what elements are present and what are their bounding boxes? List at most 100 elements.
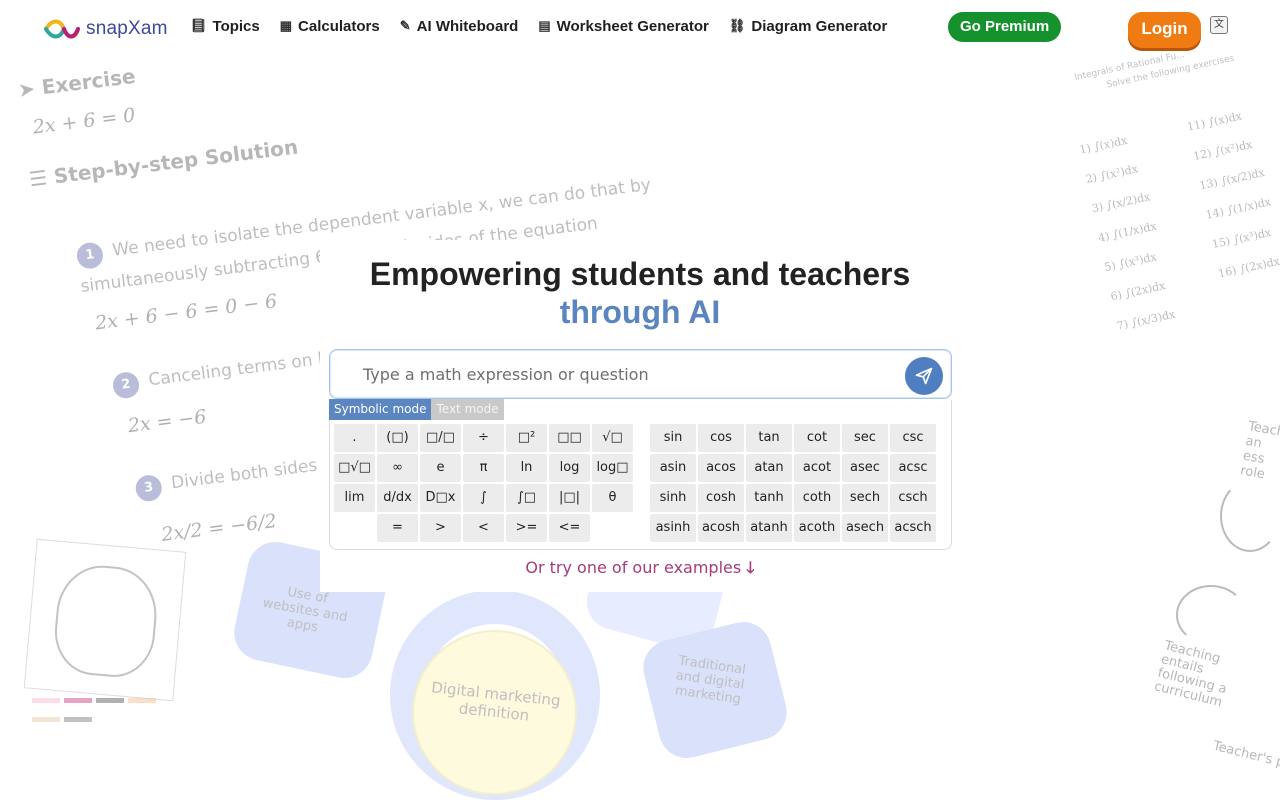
bg-step2-eq: 2x = −6 (126, 405, 208, 438)
bg-exercise-title: ➤ Exercise (16, 63, 137, 103)
math-keypad-trig: sin cos tan cot sec csc asin acos atan acot asec ac… (649, 423, 937, 543)
trig-key[interactable]: asech (842, 514, 888, 542)
math-keypad-symbols: . (□) □/□ ÷ □² □□ √□ □√□ ∞ e π ln log log□ lim d/dx D□x ∫… (333, 423, 634, 543)
bg-right-label: Traditional and digital marketing (674, 653, 747, 708)
trig-key[interactable]: coth (794, 484, 840, 512)
trig-key[interactable]: acosh (698, 514, 744, 542)
trig-key[interactable]: asec (842, 454, 888, 482)
symbol-key[interactable]: = (377, 514, 418, 542)
nav-worksheet-generator-label: Worksheet Generator (556, 17, 709, 35)
trig-key[interactable]: cosh (698, 484, 744, 512)
nav-calculators-label: Calculators (298, 17, 380, 35)
symbol-key[interactable]: θ (592, 484, 633, 512)
brand-logo[interactable]: snapXam (44, 17, 168, 41)
nav-ai-whiteboard-label: AI Whiteboard (416, 17, 519, 35)
nav-calculators[interactable]: ▦ Calculators (280, 15, 380, 37)
symbol-key[interactable]: log (549, 454, 590, 482)
snapxam-logo-icon (44, 19, 80, 39)
trig-key[interactable]: sec (842, 424, 888, 452)
symbol-key[interactable]: ∞ (377, 454, 418, 482)
send-icon (915, 367, 933, 385)
login-button[interactable]: Login (1128, 12, 1201, 48)
trig-key[interactable]: csc (890, 424, 936, 452)
diagram-icon: ⛓ (728, 18, 746, 33)
bg-worksheet-sub: Solve the following exercises (1105, 53, 1236, 91)
symbol-key[interactable]: □√□ (334, 454, 375, 482)
trig-key[interactable]: acoth (794, 514, 840, 542)
arrow-down-icon: 🡓 (746, 558, 755, 577)
trig-key[interactable]: cot (794, 424, 840, 452)
trig-key[interactable]: atanh (746, 514, 792, 542)
bg-step-number: 2 (111, 370, 141, 400)
trig-key[interactable]: cos (698, 424, 744, 452)
symbol-spacer (592, 514, 633, 542)
symbol-key[interactable]: d/dx (377, 484, 418, 512)
bg-arc (1220, 480, 1280, 552)
bg-step3-eq: 2x/2 = −6/2 (160, 509, 278, 546)
symbol-key[interactable]: . (334, 424, 375, 452)
examples-link[interactable]: Or try one of our examples 🡓 (0, 557, 1280, 584)
math-search-input[interactable] (363, 363, 883, 385)
symbol-key[interactable]: <= (549, 514, 590, 542)
symbol-key[interactable]: (□) (377, 424, 418, 452)
symbol-key[interactable]: log□ (592, 454, 633, 482)
trig-key[interactable]: acsc (890, 454, 936, 482)
translate-icon[interactable]: 文 (1210, 16, 1228, 34)
trig-key[interactable]: tanh (746, 484, 792, 512)
nav-topics-label: Topics (212, 17, 260, 35)
book-icon: 📘︎ (190, 18, 207, 33)
top-navbar: snapXam 📘︎ Topics ▦ Calculators ✎ AI Whi… (0, 0, 1280, 54)
bg-right-text-2: Teaching entails following a curriculum (1152, 638, 1229, 711)
symbol-key[interactable]: ∫ (463, 484, 504, 512)
bg-worksheet-title: Integrals of Rational Fu... (1073, 49, 1186, 84)
symbol-key[interactable]: √□ (592, 424, 633, 452)
symbol-key[interactable]: ∫□ (506, 484, 547, 512)
trig-key[interactable]: sin (650, 424, 696, 452)
trig-key[interactable]: acsch (890, 514, 936, 542)
symbol-spacer (334, 514, 375, 542)
main-nav: 📘︎ Topics ▦ Calculators ✎ AI Whiteboard … (190, 15, 887, 37)
go-premium-button[interactable]: Go Premium (948, 12, 1062, 42)
trig-key[interactable]: asinh (650, 514, 696, 542)
trig-key[interactable]: asin (650, 454, 696, 482)
tab-text-mode[interactable]: Text mode (431, 399, 504, 420)
symbol-key[interactable]: e (420, 454, 461, 482)
hero-title-line1: Empowering students and teachers (369, 256, 911, 292)
trig-key[interactable]: sech (842, 484, 888, 512)
bg-step-number: 3 (134, 473, 164, 503)
trig-key[interactable]: acos (698, 454, 744, 482)
symbol-key[interactable]: □□ (549, 424, 590, 452)
symbol-key[interactable]: ÷ (463, 424, 504, 452)
calculator-icon: ▦ (279, 18, 293, 33)
nav-diagram-generator[interactable]: ⛓ Diagram Generator (729, 15, 887, 37)
symbol-key[interactable]: >= (506, 514, 547, 542)
trig-key[interactable]: sinh (650, 484, 696, 512)
symbol-key[interactable]: > (420, 514, 461, 542)
bg-color-swatches (30, 690, 170, 722)
symbol-key[interactable]: □² (506, 424, 547, 452)
trig-key[interactable]: acot (794, 454, 840, 482)
nav-worksheet-generator[interactable]: ▤ Worksheet Generator (538, 15, 709, 37)
pencil-square-icon: ✎ (399, 18, 411, 33)
trig-key[interactable]: atan (746, 454, 792, 482)
tab-symbolic-mode[interactable]: Symbolic mode (329, 399, 432, 420)
symbol-key[interactable]: lim (334, 484, 375, 512)
trig-key[interactable]: tan (746, 424, 792, 452)
bg-ring (390, 590, 600, 800)
symbol-key[interactable]: ln (506, 454, 547, 482)
bg-right-text-1: Teach an ess role (1239, 418, 1280, 483)
brand-name: snapXam (86, 18, 168, 39)
symbol-key[interactable]: < (463, 514, 504, 542)
symbol-key[interactable]: □/□ (420, 424, 461, 452)
symbol-key[interactable]: π (463, 454, 504, 482)
trig-key[interactable]: csch (890, 484, 936, 512)
worksheet-icon: ▤ (538, 18, 551, 33)
symbol-key[interactable]: |□| (549, 484, 590, 512)
symbol-key[interactable]: D□x (420, 484, 461, 512)
bg-center-label: Digital marketing definition (430, 678, 562, 725)
bg-blob (637, 616, 793, 764)
nav-ai-whiteboard[interactable]: ✎ AI Whiteboard (400, 15, 519, 37)
send-button[interactable] (905, 357, 943, 395)
nav-topics[interactable]: 📘︎ Topics (190, 15, 260, 37)
hero-title-accent: through AI (559, 294, 721, 330)
